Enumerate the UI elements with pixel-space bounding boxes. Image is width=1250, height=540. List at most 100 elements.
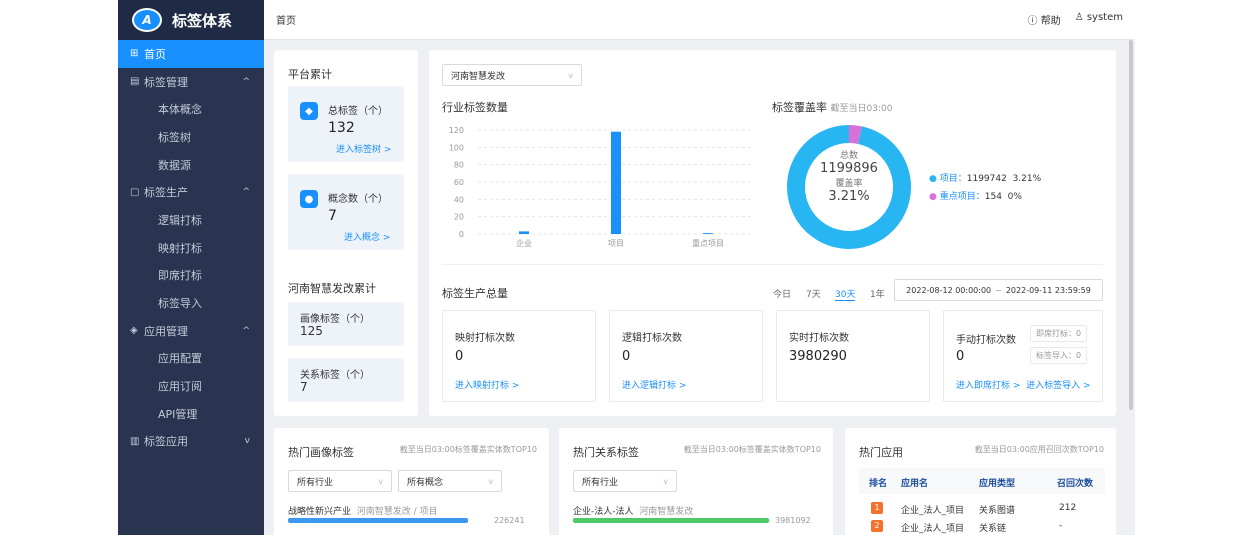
concept-filter-select[interactable]: 所有概念 v	[398, 470, 502, 492]
portrait-label: 画像标签（个）	[300, 314, 370, 325]
divider	[442, 264, 1103, 265]
app-type: 关系链	[979, 524, 1007, 534]
relation-value: 7	[300, 380, 308, 394]
realtime-tagging-stat: 实时打标次数 3980290	[776, 310, 930, 402]
user-icon: ♙	[1074, 12, 1087, 23]
industry-filter-select[interactable]: 所有行业 v	[573, 470, 677, 492]
chevron-up-icon: ^	[242, 187, 250, 198]
portrait-value: 125	[300, 324, 323, 338]
stat-title: 实时打标次数	[789, 333, 849, 344]
concepts-label: 概念数（个）	[328, 194, 388, 205]
enter-map-tagging-link[interactable]: 进入映射打标 >	[455, 378, 519, 391]
sidebar-item-label: 首页	[144, 47, 166, 61]
help-label: 帮助	[1040, 16, 1061, 27]
hot-relation-card: 热门关系标签 截至当日03:00标签覆盖实体数TOP10 所有行业 v 企业-法人…	[559, 428, 833, 535]
sidebar-item-api-management[interactable]: API管理	[118, 400, 264, 428]
henan-title: 河南智慧发改累计	[288, 282, 376, 295]
sidebar-group-tag-production[interactable]: ▢ 标签生产 ^	[118, 178, 264, 206]
select-value: 所有行业	[582, 477, 619, 488]
sidebar-item-app-config[interactable]: 应用配置	[118, 345, 264, 373]
enter-concept-link[interactable]: 进入概念 >	[344, 230, 390, 243]
date-range-picker[interactable]: 2022-08-12 00:00:00 ~2022-09-11 23:59:59	[894, 279, 1103, 301]
relation-panel: 关系标签（个） 7	[288, 358, 404, 402]
legend-item: ● 重点项目：154 0%	[929, 188, 1041, 206]
sidebar-group-label: 标签应用	[144, 435, 188, 449]
hot-portrait-bar	[288, 518, 469, 523]
coverage-title: 标签覆盖率 截至当日03:00	[772, 99, 892, 115]
logo[interactable]: A 标签体系	[118, 0, 264, 40]
user-menu[interactable]: ♙ system	[1075, 12, 1123, 27]
industry-filter-select[interactable]: 所有行业 v	[288, 470, 392, 492]
legend-pct: 3.21%	[1012, 174, 1042, 184]
sidebar-item-tag-import[interactable]: 标签导入	[118, 289, 264, 317]
enter-tag-tree-link[interactable]: 进入标签树 >	[336, 142, 391, 155]
sidebar-item-app-subscribe[interactable]: 应用订阅	[118, 372, 264, 400]
tab-today[interactable]: 今日	[773, 287, 791, 300]
stat-title: 逻辑打标次数	[622, 333, 682, 344]
tag-icon: ▤	[130, 76, 140, 88]
y-tick-label: 60	[454, 178, 464, 187]
row-sub: 河南智慧发改 / 项目	[356, 507, 438, 517]
sidebar-group-tag-management[interactable]: ▤ 标签管理 ^	[118, 68, 264, 96]
donut-slice[interactable]	[848, 125, 862, 144]
col-rank: 排名	[869, 479, 888, 489]
concepts-value: 7	[328, 208, 337, 224]
hot-relation-row[interactable]: 企业-法人-法人 河南智慧发改	[573, 504, 693, 517]
hot-portrait-row[interactable]: 战略性新兴产业 河南智慧发改 / 项目	[288, 504, 438, 517]
hot-relation-title: 热门关系标签	[573, 446, 639, 459]
scrollbar[interactable]	[1129, 40, 1133, 410]
enter-adhoc-tagging-link[interactable]: 进入即席打标 >	[956, 381, 1020, 391]
stat-title: 手动打标次数	[956, 335, 1016, 346]
stat-value: 3980290	[789, 349, 847, 364]
x-tick-label: 重点项目	[692, 238, 724, 248]
chevron-down-icon: v	[568, 70, 573, 80]
main-card: 河南智慧发改 v 行业标签数量 120 100 80 60 40 20 0 企业 项目 重点项目 标…	[429, 50, 1116, 416]
hot-portrait-note: 截至当日03:00标签覆盖实体数TOP10	[399, 445, 537, 454]
sidebar-group-app-management[interactable]: ◈ 应用管理 ^	[118, 317, 264, 345]
sidebar-item-tag-tree[interactable]: 标签树	[118, 123, 264, 151]
chevron-down-icon: v	[244, 436, 250, 447]
select-value: 所有概念	[407, 477, 444, 488]
legend-pct: 0%	[1007, 192, 1022, 202]
donut-rate-label: 覆盖率	[835, 179, 863, 189]
logic-tagging-stat: 逻辑打标次数 0 进入逻辑打标 >	[609, 310, 763, 402]
tab-7days[interactable]: 7天	[806, 287, 821, 300]
sidebar-item-datasource[interactable]: 数据源	[118, 151, 264, 179]
stat-title: 映射打标次数	[455, 333, 515, 344]
tab-30days[interactable]: 30天	[835, 287, 856, 301]
hot-apps-title: 热门应用	[859, 446, 903, 459]
sidebar-group-label: 标签生产	[144, 186, 188, 200]
date-separator: ~	[995, 285, 1002, 295]
tab-1year[interactable]: 1年	[870, 287, 885, 300]
concepts-panel: ● 概念数（个） 7 进入概念 >	[288, 174, 404, 250]
sidebar-item-logic-tagging[interactable]: 逻辑打标	[118, 206, 264, 234]
app-title: 标签体系	[172, 11, 233, 30]
chevron-up-icon: ^	[242, 325, 250, 336]
help-button[interactable]: ⓘ 帮助	[1028, 12, 1061, 27]
legend-dot: ●	[929, 192, 937, 202]
industry-select[interactable]: 河南智慧发改 v	[442, 64, 582, 86]
sidebar-item-ontology[interactable]: 本体概念	[118, 95, 264, 123]
rank-badge: 1	[871, 502, 883, 514]
recall-count: -	[1059, 521, 1063, 531]
row-label: 战略性新兴产业	[288, 507, 352, 517]
sidebar-item-home[interactable]: ⊞ 首页	[118, 40, 264, 68]
app-name: 企业_法人_项目	[901, 524, 965, 534]
enter-tag-import-link[interactable]: 进入标签导入 >	[1026, 381, 1090, 391]
sidebar: A 标签体系 ⊞ 首页 ▤ 标签管理 ^ 本体概念 标签树 数据源 ▢ 标签生产 ^ 逻辑…	[118, 0, 264, 535]
y-tick-label: 80	[454, 161, 464, 170]
sidebar-group-label: 标签管理	[144, 75, 188, 89]
hot-portrait-title: 热门画像标签	[288, 446, 354, 459]
sidebar-item-map-tagging[interactable]: 映射打标	[118, 234, 264, 262]
enter-logic-tagging-link[interactable]: 进入逻辑打标 >	[622, 378, 686, 391]
row-sub: 河南智慧发改	[639, 507, 694, 517]
bar[interactable]	[703, 233, 713, 234]
x-tick-label: 企业	[516, 238, 532, 248]
sidebar-group-tag-application[interactable]: ▥ 标签应用 v	[118, 428, 264, 456]
help-icon: ⓘ	[1027, 16, 1041, 27]
sidebar-item-adhoc-tagging[interactable]: 即席打标	[118, 262, 264, 290]
bar[interactable]	[519, 231, 529, 234]
app-name: 企业_法人_项目	[901, 506, 965, 516]
bar[interactable]	[611, 131, 621, 234]
industry-bar-chart: 120 100 80 60 40 20 0 企业 项目 重点项目	[449, 126, 754, 248]
